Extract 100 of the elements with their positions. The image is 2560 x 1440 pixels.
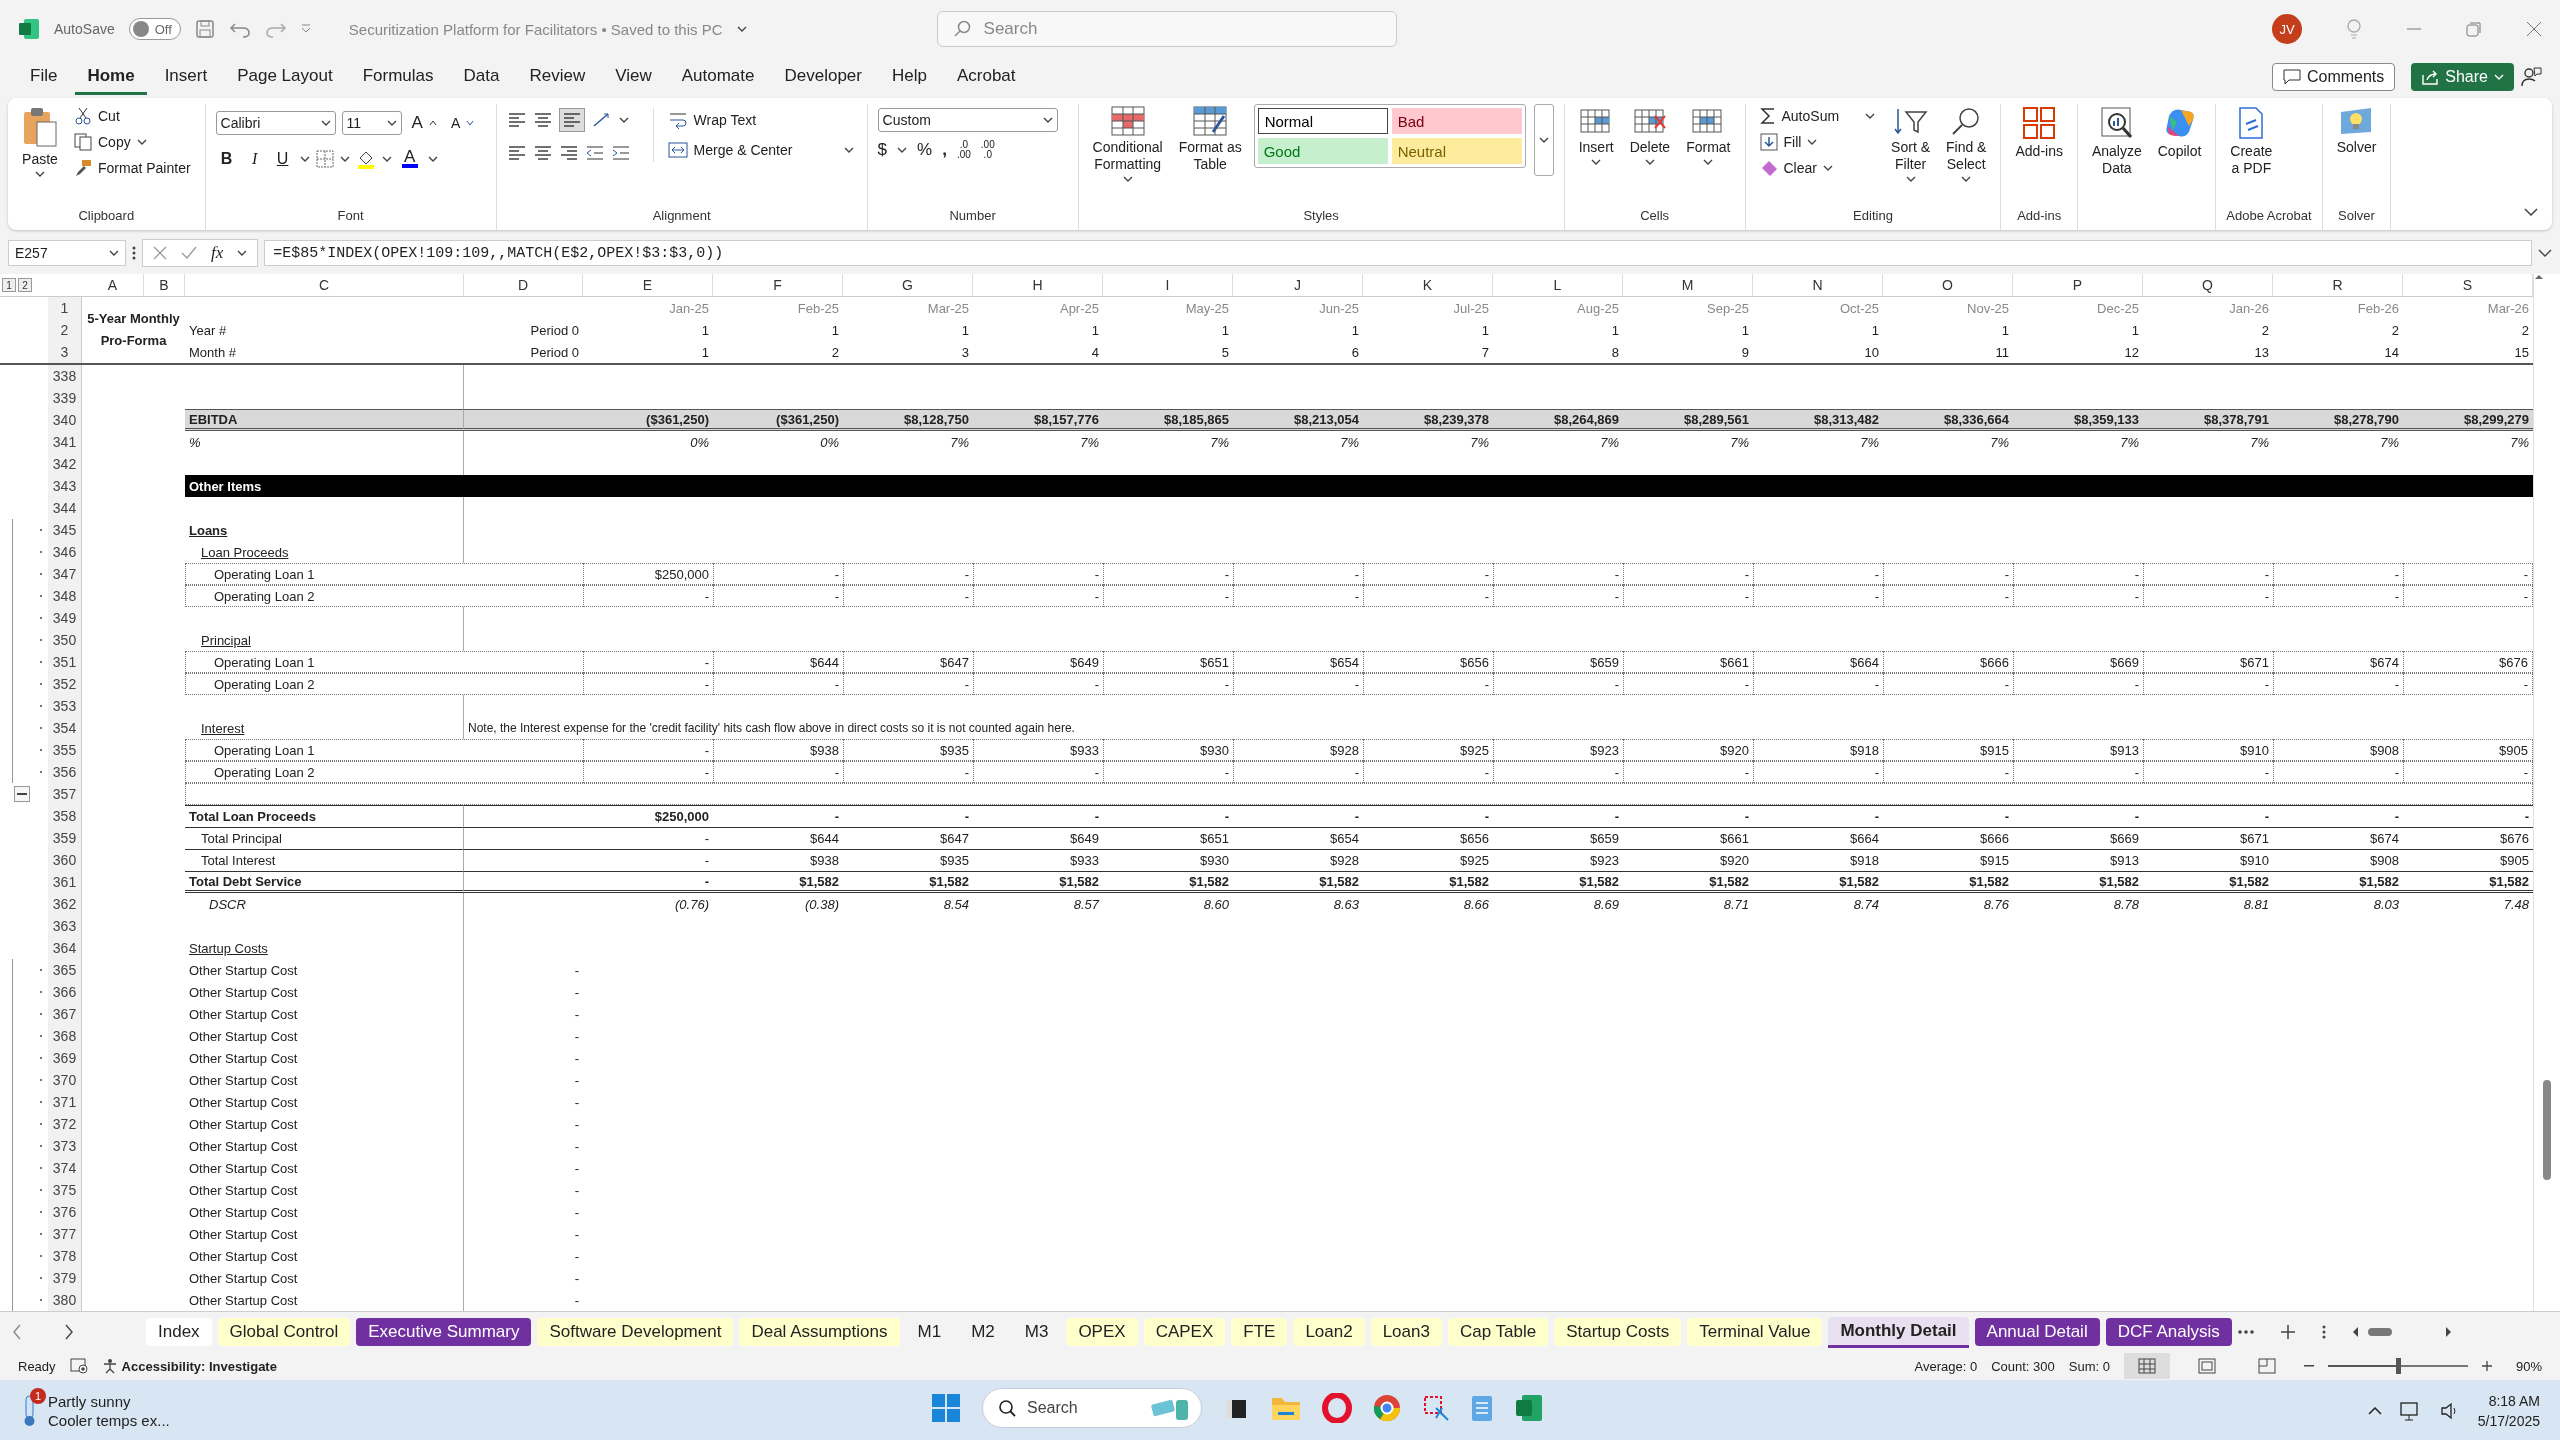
menu-tab[interactable]: Data bbox=[451, 59, 512, 95]
clear-button[interactable]: Clear bbox=[1755, 156, 1880, 180]
cells-button[interactable]: Format bbox=[1682, 104, 1735, 167]
column-header[interactable]: I bbox=[1103, 274, 1233, 296]
column-header[interactable]: L bbox=[1493, 274, 1623, 296]
cells-button[interactable]: Delete bbox=[1625, 104, 1675, 167]
autosave-toggle[interactable]: Off bbox=[128, 18, 181, 40]
column-header[interactable]: H bbox=[973, 274, 1103, 296]
cell-style-option[interactable]: Neutral bbox=[1391, 138, 1522, 164]
column-header[interactable]: C bbox=[185, 274, 464, 296]
column-header[interactable]: E bbox=[583, 274, 713, 296]
number-format-button[interactable]: , bbox=[942, 142, 947, 158]
autosum-button[interactable]: AutoSum bbox=[1755, 104, 1880, 128]
grow-font-button[interactable]: A bbox=[407, 110, 441, 136]
sheet-tab[interactable]: Annual Detail bbox=[1974, 1318, 2100, 1346]
paste-button[interactable]: Paste bbox=[18, 104, 62, 179]
sort-filter-button[interactable]: Sort & Filter bbox=[1887, 104, 1934, 184]
column-header[interactable]: K bbox=[1363, 274, 1493, 296]
menu-tab[interactable]: View bbox=[603, 59, 664, 95]
accessibility-status[interactable]: Accessibility: Investigate bbox=[101, 1358, 277, 1374]
name-box[interactable]: E257 bbox=[8, 240, 126, 266]
bold-button[interactable]: B bbox=[215, 149, 238, 168]
column-header[interactable]: D bbox=[464, 274, 583, 296]
analysis-button[interactable]: Copilot bbox=[2153, 104, 2206, 162]
column-header[interactable]: P bbox=[2013, 274, 2143, 296]
zoom-slider[interactable] bbox=[2327, 1358, 2468, 1374]
font-size-dropdown[interactable]: 11 bbox=[341, 111, 402, 135]
user-avatar[interactable]: JV bbox=[2272, 14, 2302, 44]
create-pdf-button[interactable]: Create a PDF bbox=[2226, 104, 2277, 179]
sheet-tab[interactable]: Terminal Value bbox=[1687, 1318, 1823, 1346]
sheet-tab[interactable]: OPEX bbox=[1066, 1318, 1138, 1346]
sheet-tab[interactable]: Executive Summary bbox=[356, 1318, 532, 1346]
menu-tab[interactable]: Help bbox=[880, 59, 939, 95]
font-name-dropdown[interactable]: Calibri bbox=[215, 111, 336, 135]
menu-tab[interactable]: Review bbox=[517, 59, 598, 95]
sheet-tab[interactable]: CAPEX bbox=[1143, 1318, 1226, 1346]
underline-button[interactable]: U bbox=[271, 149, 294, 168]
search-field[interactable]: Search bbox=[936, 11, 1397, 47]
decimal-button[interactable]: .0 .00 bbox=[956, 140, 971, 160]
sheet-tab[interactable]: M2 bbox=[959, 1318, 1007, 1346]
number-format-button[interactable]: % bbox=[917, 142, 933, 158]
sheet-tab[interactable]: Loan2 bbox=[1293, 1318, 1365, 1346]
merge-center-button[interactable]: Merge & Center bbox=[663, 138, 859, 162]
cells-button[interactable]: Insert bbox=[1574, 104, 1618, 167]
sheet-tab[interactable]: Global Control bbox=[217, 1318, 351, 1346]
wrap-text-button[interactable]: Wrap Text bbox=[663, 108, 859, 132]
cut-button[interactable]: Cut bbox=[70, 104, 195, 128]
font-color-button[interactable]: A bbox=[397, 146, 422, 171]
outline-level-button[interactable]: 1 bbox=[2, 278, 16, 292]
column-header[interactable]: A bbox=[82, 274, 144, 296]
sheet-tab[interactable]: DCF Analysis bbox=[2105, 1318, 2232, 1346]
sheet-tab[interactable]: Software Development bbox=[537, 1318, 734, 1346]
column-header[interactable]: J bbox=[1233, 274, 1363, 296]
fill-button[interactable]: Fill bbox=[1755, 130, 1880, 154]
view-button[interactable] bbox=[2123, 1353, 2170, 1379]
column-header[interactable]: F bbox=[713, 274, 843, 296]
menu-tab[interactable]: Insert bbox=[152, 59, 220, 95]
menu-tab[interactable]: Developer bbox=[772, 59, 874, 95]
find-select-button[interactable]: Find & Select bbox=[1942, 104, 1991, 184]
more-styles-button[interactable] bbox=[1533, 104, 1554, 176]
scroll-thumb[interactable] bbox=[2543, 1080, 2551, 1180]
menu-tab[interactable]: Acrobat bbox=[944, 59, 1028, 95]
column-header[interactable]: B bbox=[144, 274, 185, 296]
italic-button[interactable]: I bbox=[243, 149, 266, 168]
column-header[interactable]: Q bbox=[2143, 274, 2273, 296]
outline-level-button[interactable]: 2 bbox=[18, 278, 32, 292]
solver-button[interactable]: Solver bbox=[2332, 104, 2381, 158]
sheet-tab[interactable]: Deal Assumptions bbox=[739, 1318, 900, 1346]
sheet-tab[interactable]: M3 bbox=[1012, 1318, 1061, 1346]
menu-tab[interactable]: File bbox=[18, 59, 70, 95]
format-painter-button[interactable]: Format Painter bbox=[70, 156, 195, 180]
cell-style-option[interactable]: Normal bbox=[1257, 108, 1388, 134]
taskbar-search-field[interactable]: Search bbox=[982, 1388, 1202, 1428]
menu-tab[interactable]: Formulas bbox=[350, 59, 446, 95]
sheet-tab[interactable]: Loan3 bbox=[1370, 1318, 1442, 1346]
add-ins-button[interactable]: Add-ins bbox=[2011, 104, 2067, 162]
sheet-tab[interactable]: FTE bbox=[1231, 1318, 1288, 1346]
comments-button[interactable]: Comments bbox=[2271, 63, 2396, 91]
sheet-tab[interactable]: Monthly Detail bbox=[1828, 1316, 1969, 1348]
column-header[interactable]: G bbox=[843, 274, 973, 296]
sheet-tab[interactable]: M1 bbox=[905, 1318, 954, 1346]
sheet-tab[interactable]: Startup Costs bbox=[1554, 1318, 1682, 1346]
formula-field[interactable]: =E$85*INDEX(OPEX!109:109,,MATCH(E$2,OPEX!$3:$3,0)) bbox=[264, 240, 2532, 266]
insert-function-button[interactable]: fx bbox=[211, 243, 224, 263]
format-as-table-button[interactable]: Format as Table bbox=[1174, 104, 1246, 175]
conditional-formatting-button[interactable]: Conditional Formatting bbox=[1088, 104, 1167, 184]
column-header[interactable]: M bbox=[1623, 274, 1753, 296]
copy-button[interactable]: Copy bbox=[70, 130, 195, 154]
menu-tab[interactable]: Home bbox=[75, 59, 147, 95]
column-header[interactable]: N bbox=[1753, 274, 1883, 296]
column-header[interactable]: O bbox=[1883, 274, 2013, 296]
sheet-tab[interactable]: Index bbox=[146, 1318, 212, 1346]
menu-tab[interactable]: Page Layout bbox=[225, 59, 345, 95]
collapse-button[interactable] bbox=[14, 786, 30, 802]
share-button[interactable]: Share bbox=[2411, 63, 2514, 91]
cell-style-option[interactable]: Good bbox=[1257, 138, 1388, 164]
analysis-button[interactable]: Analyze Data bbox=[2087, 104, 2146, 179]
column-header[interactable]: R bbox=[2273, 274, 2403, 296]
sheet-tab[interactable]: Cap Table bbox=[1447, 1318, 1549, 1346]
number-format-button[interactable]: $ bbox=[877, 142, 888, 158]
